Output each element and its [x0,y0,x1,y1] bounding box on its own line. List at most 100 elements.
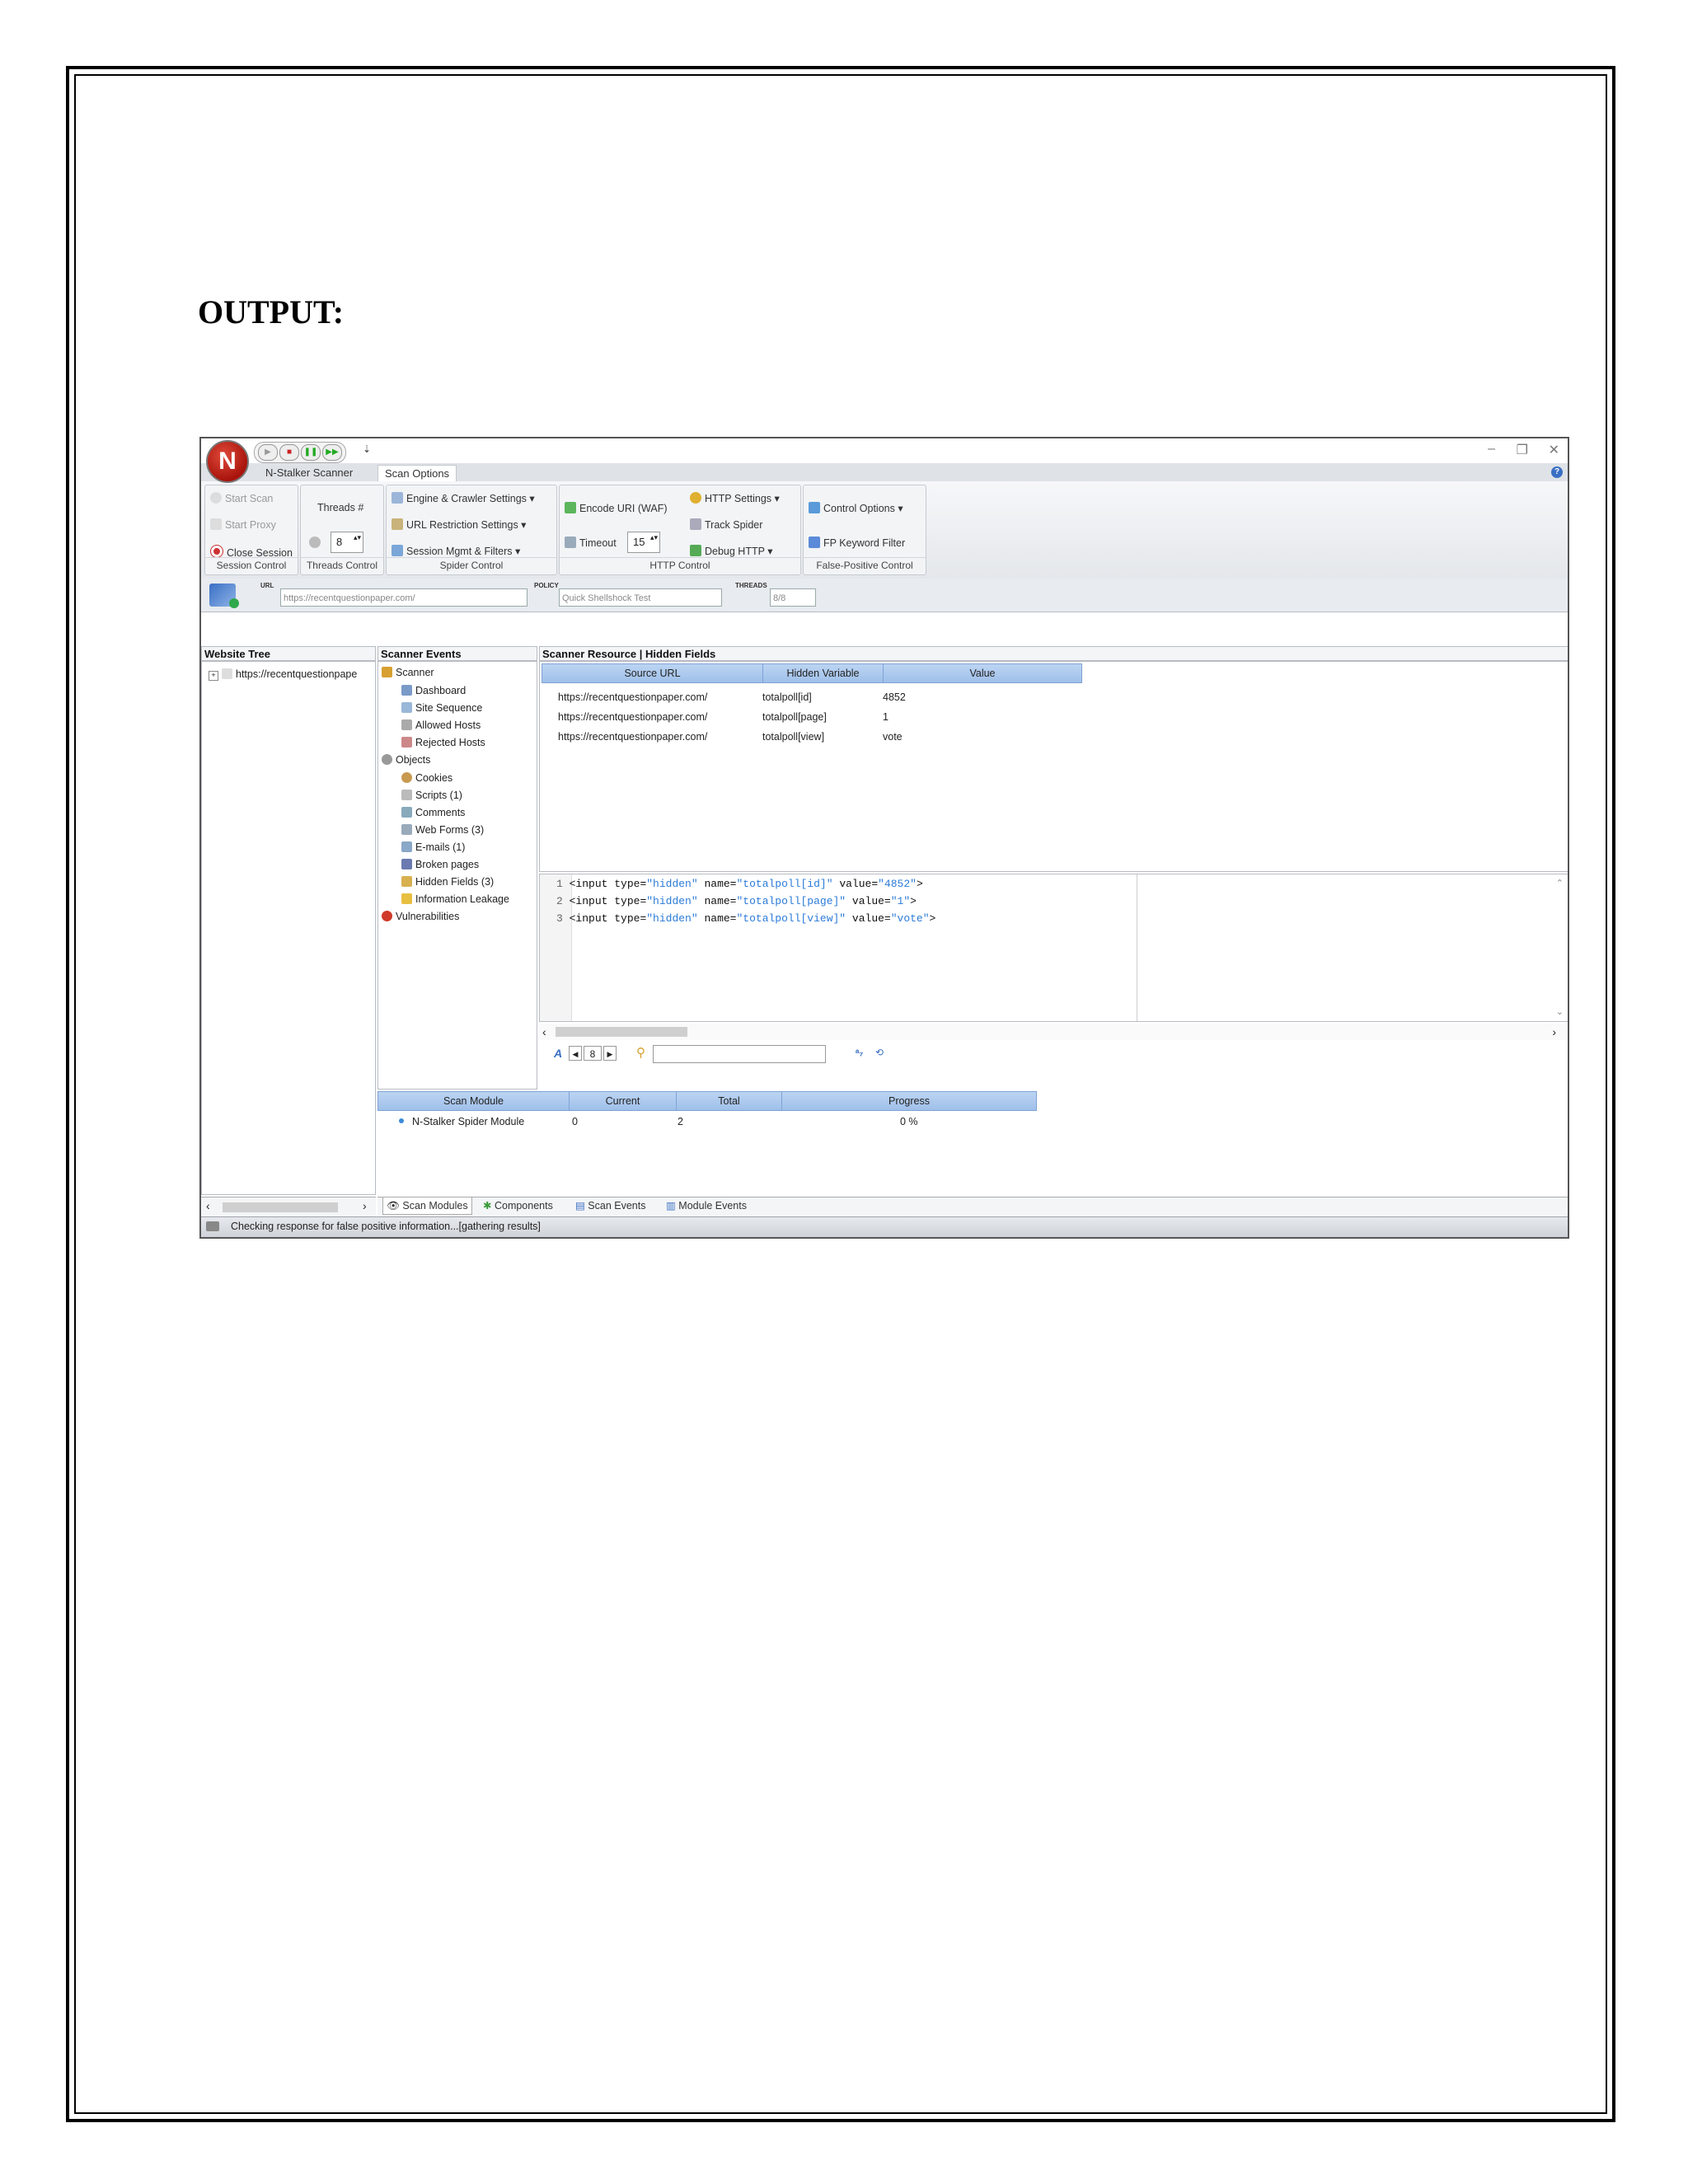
search-input[interactable] [653,1045,826,1063]
tree-scroll-right-icon[interactable]: › [363,1199,367,1212]
row-2-source-url[interactable]: https://recentquestionpaper.com/ [558,711,707,723]
prev-page-icon[interactable]: ◀ [569,1046,582,1061]
stop-icon[interactable]: ■ [279,444,299,461]
encode-uri-button[interactable]: Encode URI (WAF) [565,502,668,514]
tree-hidden-fields[interactable]: Hidden Fields (3) [401,876,494,888]
scroll-down-icon[interactable]: ⌄ [1556,1006,1564,1017]
tree-scanner[interactable]: Scanner [382,667,434,678]
tab-nstalker-scanner[interactable]: N-Stalker Scanner [259,465,359,481]
tree-scripts[interactable]: Scripts (1) [401,790,462,801]
http-settings-button[interactable]: HTTP Settings ▾ [690,492,780,504]
policy-select[interactable]: Quick Shellshock Test [559,588,722,607]
output-heading: OUTPUT: [198,293,345,330]
tree-broken-pages[interactable]: Broken pages [401,859,479,870]
tab-scan-options[interactable]: Scan Options [377,465,457,482]
ribbon-tabs: N-Stalker Scanner Scan Options ? [201,463,1568,482]
url-restriction-settings-button[interactable]: URL Restriction Settings ▾ [392,518,526,531]
row-2-value[interactable]: 1 [883,711,889,723]
close-icon[interactable]: ✕ [1549,442,1559,458]
go-icon[interactable]: ▶▶ [322,444,342,461]
help-icon[interactable]: ? [1551,466,1563,478]
start-scan-button[interactable]: Start Scan [210,492,273,504]
status-icon [206,1221,219,1231]
tree-web-forms[interactable]: Web Forms (3) [401,824,484,836]
scroll-thumb[interactable] [556,1027,687,1037]
tree-information-leakage[interactable]: Information Leakage [401,893,509,905]
row-1-value[interactable]: 4852 [883,691,906,703]
tree-scroll-thumb[interactable] [223,1202,338,1212]
pause-icon[interactable]: ❚❚ [301,444,321,461]
tab-scan-modules[interactable]: 👁 Scan Modules [382,1197,472,1215]
tree-allowed-hosts[interactable]: Allowed Hosts [401,719,481,731]
column-current[interactable]: Current [570,1092,677,1110]
find-replace-icon[interactable]: ᵃ₇ [856,1047,863,1058]
mail-icon [401,841,412,852]
minimize-icon[interactable]: – [1488,442,1495,457]
row-3-source-url[interactable]: https://recentquestionpaper.com/ [558,731,707,743]
hidden-fields-grid: Source URL Hidden Variable Value https:/… [539,661,1568,872]
source-view[interactable]: 1 <input type="hidden" name="totalpoll[i… [539,874,1568,1022]
page-number[interactable]: 8 [584,1046,602,1061]
tree-vulnerabilities[interactable]: Vulnerabilities [382,911,459,922]
wrap-icon[interactable]: ⟲ [875,1047,884,1058]
module-total: 2 [678,1116,683,1127]
row-3-hidden-variable[interactable]: totalpoll[view] [762,731,824,743]
next-page-icon[interactable]: ▶ [603,1046,617,1061]
module-status-dot [399,1118,404,1123]
threads-stepper[interactable]: 8 [331,532,363,553]
tab-scan-events[interactable]: ▤ Scan Events [572,1197,649,1214]
website-tree-root[interactable]: + https://recentquestionpape [209,668,357,681]
tree-scroll-left-icon[interactable]: ‹ [206,1199,210,1212]
bottom-tabs: 👁 Scan Modules ✱ Components ▤ Scan Event… [377,1197,1568,1217]
row-1-hidden-variable[interactable]: totalpoll[id] [762,691,812,703]
scanner-events-title: Scanner Events [377,646,537,661]
module-row[interactable]: N-Stalker Spider Module [399,1116,524,1127]
session-mgmt-filters-button[interactable]: Session Mgmt & Filters ▾ [392,545,520,557]
tree-dashboard[interactable]: Dashboard [401,685,466,696]
threads-field[interactable]: 8/8 [770,588,816,607]
debug-http-button[interactable]: Debug HTTP ▾ [690,545,772,557]
scanner-events-panel: Scanner Dashboard Site Sequence Allowed … [377,661,537,1090]
play-icon[interactable]: ▶ [258,444,278,461]
search-icon[interactable]: ⚲ [636,1045,645,1060]
tree-site-sequence[interactable]: Site Sequence [401,702,482,714]
list-icon: ▤ [575,1200,585,1212]
row-1-source-url[interactable]: https://recentquestionpaper.com/ [558,691,707,703]
tab-module-events[interactable]: ▥ Module Events [663,1197,750,1214]
start-proxy-button[interactable]: Start Proxy [210,518,276,531]
column-hidden-variable[interactable]: Hidden Variable [763,664,884,682]
home-icon [382,667,392,677]
timeout-stepper[interactable]: 15 [627,532,660,553]
tab-components[interactable]: ✱ Components [480,1197,556,1214]
tree-comments[interactable]: Comments [401,807,465,818]
column-total[interactable]: Total [677,1092,782,1110]
column-scan-module[interactable]: Scan Module [378,1092,570,1110]
scan-target-icon[interactable] [209,583,239,608]
row-2-hidden-variable[interactable]: totalpoll[page] [762,711,827,723]
horizontal-scrollbar[interactable]: ‹ › [539,1024,1568,1040]
tree-hscroll[interactable]: ‹ › [201,1197,376,1217]
scroll-left-icon[interactable]: ‹ [542,1024,546,1040]
row-3-value[interactable]: vote [883,731,903,743]
expand-icon[interactable]: + [209,671,218,681]
fp-keyword-filter-button[interactable]: FP Keyword Filter [809,537,905,549]
customize-toolbar-icon[interactable]: ⇣ [363,443,371,455]
restore-icon[interactable]: ❐ [1517,442,1528,458]
control-options-button[interactable]: Control Options ▾ [809,502,903,514]
website-tree-panel: + https://recentquestionpape [201,661,376,1195]
nstalker-logo[interactable]: N [206,440,249,483]
column-progress[interactable]: Progress [782,1092,1036,1110]
column-source-url[interactable]: Source URL [542,664,763,682]
font-icon[interactable]: A [554,1047,562,1060]
tree-rejected-hosts[interactable]: Rejected Hosts [401,737,485,748]
tree-objects[interactable]: Objects [382,754,430,766]
tree-emails[interactable]: E-mails (1) [401,841,465,853]
scroll-up-icon[interactable]: ⌃ [1556,878,1564,888]
url-input[interactable]: https://recentquestionpaper.com/ [280,588,528,607]
gear-icon [309,537,321,548]
scroll-right-icon[interactable]: › [1552,1024,1556,1040]
column-value[interactable]: Value [884,664,1081,682]
track-spider-button[interactable]: Track Spider [690,518,762,531]
engine-crawler-settings-button[interactable]: Engine & Crawler Settings ▾ [392,492,535,504]
tree-cookies[interactable]: Cookies [401,772,452,784]
